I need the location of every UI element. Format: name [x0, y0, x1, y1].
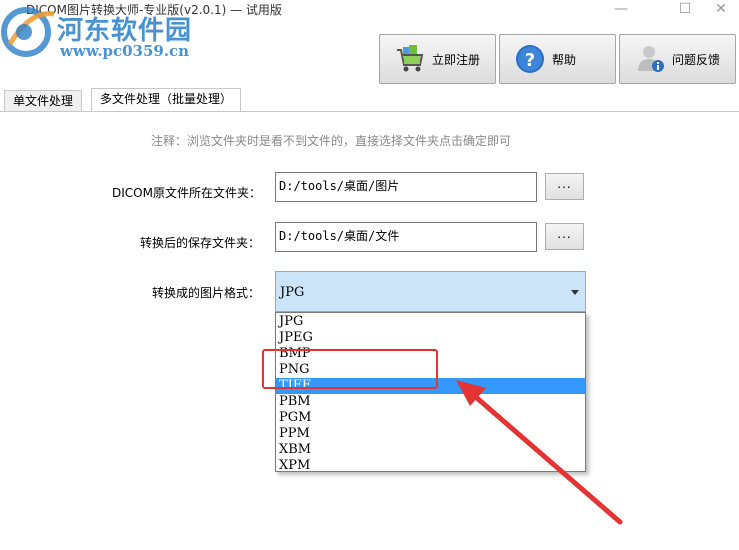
- close-button[interactable]: ✕: [698, 0, 739, 22]
- source-folder-label: DICOM原文件所在文件夹：: [112, 186, 261, 200]
- shopping-cart-icon: [397, 45, 424, 72]
- watermark-logo-icon: [1, 7, 55, 57]
- user-feedback-icon: [638, 46, 664, 72]
- dest-folder-label: 转换后的保存文件夹：: [139, 236, 260, 250]
- register-button-label: 立即注册: [432, 52, 481, 67]
- feedback-button[interactable]: 问题反馈: [619, 34, 736, 84]
- format-option-jpeg[interactable]: JPEG: [276, 330, 585, 346]
- annotation-highlight-box: [262, 349, 438, 389]
- format-option-ppm[interactable]: PPM: [276, 426, 585, 442]
- format-select[interactable]: JPG: [275, 271, 586, 312]
- register-button[interactable]: 立即注册: [379, 34, 496, 84]
- dest-browse-button[interactable]: ...: [545, 223, 584, 250]
- format-selected-value: JPG: [280, 285, 305, 300]
- format-option-pgm[interactable]: PGM: [276, 410, 585, 426]
- tab-batch-files[interactable]: 多文件处理（批量处理）: [91, 88, 242, 113]
- format-option-xpm[interactable]: XPM: [276, 458, 585, 474]
- dest-folder-input[interactable]: D:/tools/桌面/文件: [275, 222, 537, 252]
- question-icon: ?: [516, 45, 544, 73]
- format-option-jpg[interactable]: JPG: [276, 314, 585, 330]
- svg-text:?: ?: [525, 50, 535, 71]
- tab-single-file[interactable]: 单文件处理: [4, 90, 83, 112]
- format-option-xbm[interactable]: XBM: [276, 442, 585, 458]
- source-folder-input[interactable]: D:/tools/桌面/图片: [275, 172, 537, 202]
- batch-note: 注释：浏览文件夹时是看不到文件的，直接选择文件夹点击确定即可: [151, 134, 512, 148]
- format-option-pbm[interactable]: PBM: [276, 394, 585, 410]
- help-button-label: 帮助: [552, 52, 577, 67]
- format-dropdown-list: JPG JPEG BMP PNG TIFF PBM PGM PPM XBM XP…: [275, 312, 586, 474]
- help-button[interactable]: ? 帮助: [499, 34, 616, 84]
- chevron-down-icon: [571, 290, 579, 295]
- watermark-url: www.pc0359.cn: [60, 42, 190, 60]
- feedback-button-label: 问题反馈: [672, 52, 721, 67]
- minimize-button[interactable]: —: [598, 0, 644, 22]
- source-browse-button[interactable]: ...: [545, 173, 584, 200]
- format-label: 转换成的图片格式：: [151, 286, 260, 300]
- tab-strip: 单文件处理 多文件处理（批量处理）: [0, 88, 739, 113]
